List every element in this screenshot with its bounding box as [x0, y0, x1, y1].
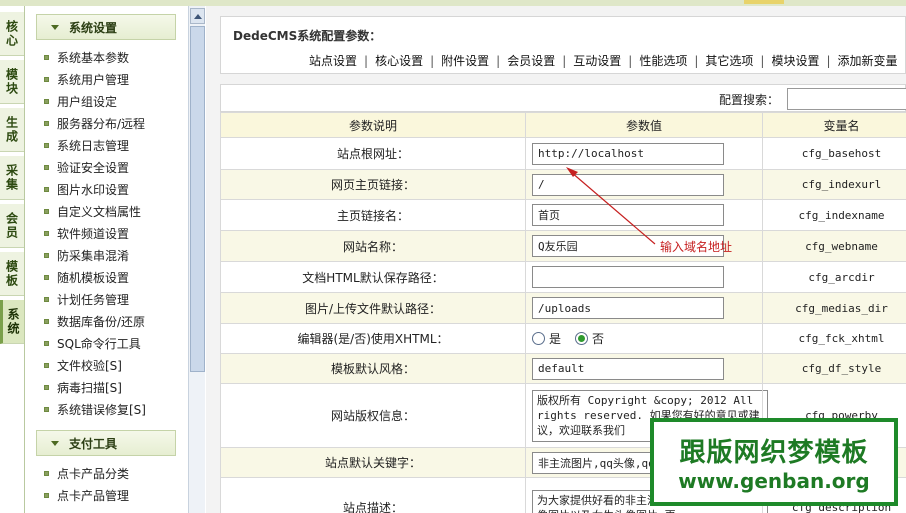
annotation-text: 输入域名地址: [660, 240, 733, 254]
watermark-logo: 跟版网织梦模板 www.genban.org: [650, 418, 898, 506]
watermark-line2: www.genban.org: [678, 468, 870, 493]
watermark-line1: 跟版网织梦模板: [679, 437, 869, 468]
